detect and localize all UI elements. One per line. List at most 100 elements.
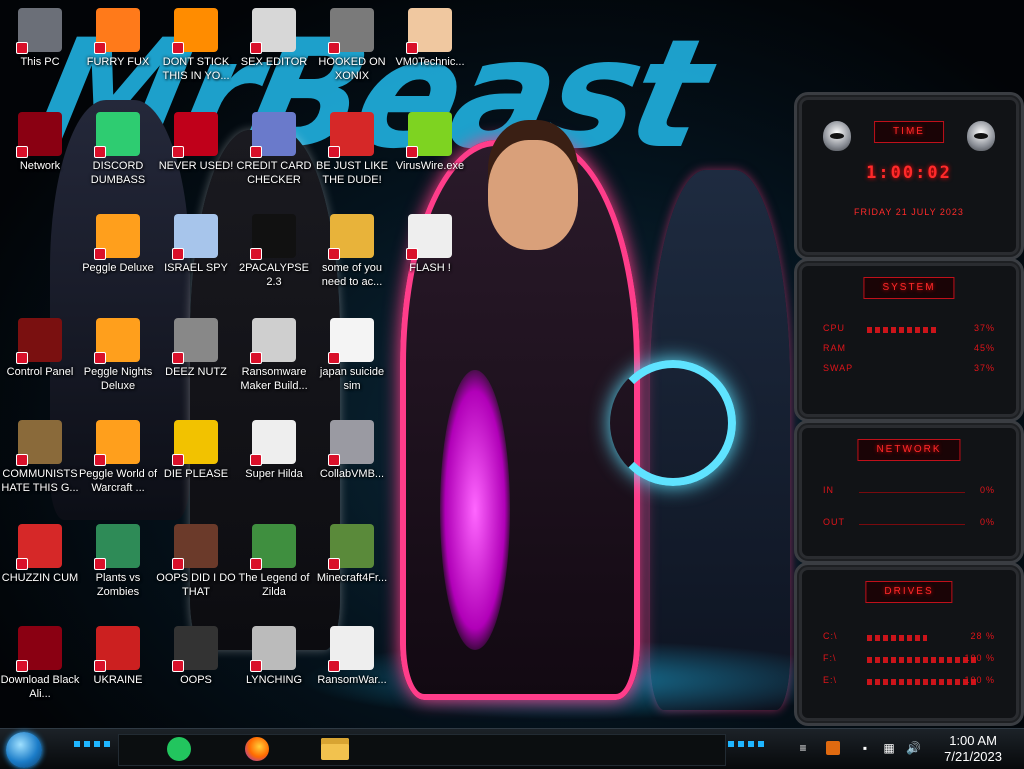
shortcut-arrow-icon [172,558,184,570]
pixel-sprite-icon [250,420,296,466]
desktop-icon[interactable]: CollabVMB... [312,420,392,481]
desktop-icon[interactable]: FLASH ! [390,214,470,275]
desktop-icon[interactable]: Control Panel [0,318,80,379]
desktop-icon-label: some of you need to ac... [321,262,383,288]
network-row-in: IN 0% [823,485,995,495]
credit-card-icon [250,112,296,158]
desktop-icon[interactable]: VM0Technic... [390,8,470,69]
shortcut-arrow-icon [172,146,184,158]
desktop-icon[interactable]: ISRAEL SPY [156,214,236,275]
portrait-icon [172,524,218,570]
desktop-icon-label: UKRAINE [93,674,143,686]
speaker-icon[interactable]: 🔊 [906,741,921,755]
desktop-icon-label: COMMUNISTS HATE THIS G... [1,468,79,494]
desktop-icon-label: RansomWar... [317,674,387,686]
desktop-icon[interactable]: BE JUST LIKE THE DUDE! [312,112,392,187]
desktop-icon[interactable]: Network [0,112,80,173]
doctor-icon [406,8,452,54]
network-row-out: OUT 0% [823,517,995,527]
desktop-icon-label: Minecraft4Fr... [316,572,388,584]
desktop-icon[interactable]: Peggle World of Warcraft ... [78,420,158,495]
widget-header: TIME [874,121,944,143]
taskbar-clock[interactable]: 1:00 AM 7/21/2023 [944,733,1002,765]
firefox-taskbar-button[interactable] [240,733,274,765]
desktop-icon[interactable]: OOPS DID I DO THAT [156,524,236,599]
network-icon[interactable]: ▦ [882,741,896,755]
shortcut-arrow-icon [94,146,106,158]
desktop-icon[interactable]: CREDIT CARD CHECKER [234,112,314,187]
drive-row-e: E:\ 100 % [823,675,995,685]
shortcut-arrow-icon [172,42,184,54]
flag-house-icon [250,626,296,672]
green-chat-icon [167,737,191,761]
beaver-icon [328,214,374,260]
wallpaper-purple-glow [440,370,510,650]
desktop-icon[interactable]: UKRAINE [78,626,158,687]
shortcut-arrow-icon [94,42,106,54]
lime-icon [406,112,452,158]
desktop-icon[interactable]: Download Black Ali... [0,626,80,701]
desktop-icon[interactable]: Plants vs Zombies [78,524,158,599]
file-explorer-taskbar-button[interactable] [318,733,352,765]
shortcut-arrow-icon [16,146,28,158]
desktop-icon-label: japan suicide sim [319,366,385,392]
widget-header: NETWORK [857,439,961,461]
start-button[interactable] [6,732,42,768]
shortcut-arrow-icon [172,352,184,364]
power-icon[interactable]: ▪ [858,741,872,755]
discord-taskbar-button[interactable] [162,733,196,765]
desktop-icon[interactable]: OOPS [156,626,236,687]
desktop-icon[interactable]: COMMUNISTS HATE THIS G... [0,420,80,495]
desktop-icon[interactable]: 2PACALYPSE 2.3 [234,214,314,289]
desktop-icon[interactable]: Super Hilda [234,420,314,481]
shortcut-arrow-icon [250,248,262,260]
network-widget: NETWORK IN 0% OUT 0% [794,420,1024,564]
desktop-icon[interactable]: HOOKED ON XONIX [312,8,392,83]
desktop-icon[interactable]: CHUZZIN CUM [0,524,80,585]
alien-network-icon [16,112,62,158]
desktop-icon-label: FURRY FUX [86,56,150,68]
desktop-icon[interactable]: SEX EDITOR [234,8,314,69]
desktop-icon[interactable]: DIE PLEASE [156,420,236,481]
desktop-icon[interactable]: NEVER USED! [156,112,236,173]
desktop-icon[interactable]: LYNCHING [234,626,314,687]
shortcut-arrow-icon [328,146,340,158]
flag-icon[interactable] [826,741,840,755]
taskbar: ≡ ▪ ▦ 🔊 1:00 AM 7/21/2023 [0,728,1024,769]
desktop-icon[interactable]: Minecraft4Fr... [312,524,392,585]
grass-block-icon [328,524,374,570]
show-hidden-icons-icon[interactable]: ≡ [796,741,810,755]
desktop-icon[interactable]: Peggle Deluxe [78,214,158,275]
desktop-icon-label: Control Panel [6,366,74,378]
desktop-icon-label: Peggle World of Warcraft ... [78,468,158,494]
shortcut-arrow-icon [406,248,418,260]
desktop-icon-label: CREDIT CARD CHECKER [236,160,312,186]
shortcut-arrow-icon [94,558,106,570]
widget-clock: 1:00:02 [866,163,952,183]
desktop-icon[interactable]: The Legend of Zilda [234,524,314,599]
shortcut-arrow-icon [16,352,28,364]
shortcut-arrow-icon [406,42,418,54]
desktop-icon[interactable]: DEEZ NUTZ [156,318,236,379]
skull-icon [328,626,374,672]
desktop-icon[interactable]: FURRY FUX [78,8,158,69]
desktop-icon[interactable]: RansomWar... [312,626,392,687]
desktop-icon[interactable]: some of you need to ac... [312,214,392,289]
desktop-icon-label: ISRAEL SPY [164,262,228,274]
desktop-icon[interactable]: DISCORD DUMBASS [78,112,158,187]
desktop-icon[interactable]: Peggle Nights Deluxe [78,318,158,393]
taskbar-decoration [728,741,768,747]
shortcut-arrow-icon [16,42,28,54]
desktop-icon[interactable]: japan suicide sim [312,318,392,393]
peggle-icon [94,214,140,260]
desktop-icon[interactable]: This PC [0,8,80,69]
taskbar-track [118,734,726,766]
shortcut-arrow-icon [94,352,106,364]
shortcut-arrow-icon [16,558,28,570]
desktop-icon-label: Network [19,160,61,172]
xonix-icon [328,8,374,54]
desktop-icon-label: DIE PLEASE [163,468,229,480]
desktop-icon[interactable]: Ransomware Maker Build... [234,318,314,393]
desktop-icon[interactable]: DONT STICK THIS IN YO... [156,8,236,83]
desktop-icon[interactable]: VirusWire.exe [390,112,470,173]
